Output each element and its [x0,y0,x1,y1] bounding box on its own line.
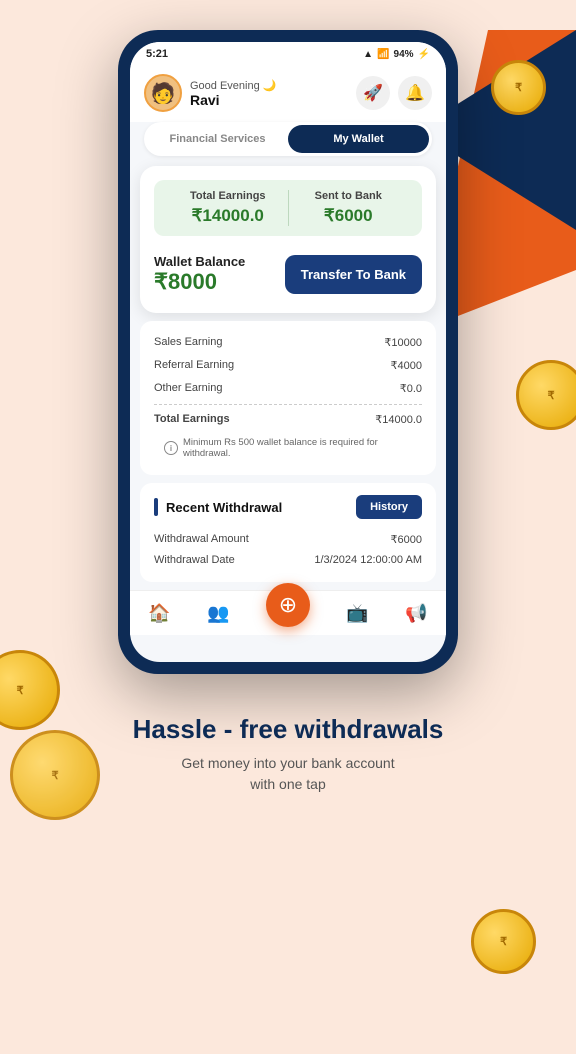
withdrawal-amount-value: ₹6000 [391,533,422,546]
notification-button[interactable]: 🔔 [398,76,432,110]
info-note-text: Minimum Rs 500 wallet balance is require… [183,437,412,459]
rocket-button[interactable]: 🚀 [356,76,390,110]
info-note: i Minimum Rs 500 wallet balance is requi… [154,431,422,465]
coin-decoration-top-right [491,60,546,115]
earnings-breakdown: Sales Earning ₹10000 Referral Earning ₹4… [140,321,436,475]
user-name: Ravi [190,92,276,108]
nav-offers[interactable]: 📢 [405,603,427,624]
nav-referral[interactable]: 👥 [207,603,229,624]
battery-level: 94% [394,49,414,60]
other-earning-value: ₹0.0 [400,382,422,395]
wallet-balance-value: ₹8000 [154,269,245,295]
coin-decoration-top-right-2 [516,360,576,430]
wallet-balance-row: Wallet Balance ₹8000 Transfer To Bank [154,250,422,299]
bell-icon: 🔔 [405,83,425,103]
status-time: 5:21 [146,48,168,60]
signal-icon: 📶 [377,49,389,60]
coin-decoration-bottom-right [471,909,536,974]
rocket-icon: 🚀 [363,83,383,103]
withdrawal-title-text: Recent Withdrawal [166,500,282,515]
user-info: 🧑 Good Evening 🌙 Ravi [144,74,276,112]
transfer-to-bank-button[interactable]: Transfer To Bank [285,255,422,294]
wallet-balance-label: Wallet Balance [154,254,245,269]
withdrawal-header: Recent Withdrawal History [154,495,422,519]
bottom-subtext: Get money into your bank accountwith one… [40,753,536,795]
tab-bar: Financial Services My Wallet [144,122,432,156]
referral-earning-label: Referral Earning [154,359,234,372]
avatar: 🧑 [144,74,182,112]
user-details: Good Evening 🌙 Ravi [190,79,276,108]
other-earning-label: Other Earning [154,382,222,395]
sent-to-bank-col: Sent to Bank ₹6000 [289,190,409,226]
withdrawal-date-label: Withdrawal Date [154,554,235,566]
total-label: Total Earnings [154,413,230,426]
phone-screen: 5:21 ▲ 📶 94% ⚡ 🧑 Good Evening 🌙 Ravi [130,42,446,662]
other-earning-row: Other Earning ₹0.0 [154,377,422,400]
total-earnings-label: Total Earnings [168,190,288,202]
wifi-icon: ▲ [363,49,373,60]
tab-financial-services[interactable]: Financial Services [147,125,288,153]
sales-earning-label: Sales Earning [154,336,223,349]
greeting-text: Good Evening 🌙 [190,79,276,92]
history-button[interactable]: History [356,495,422,519]
referral-earning-row: Referral Earning ₹4000 [154,354,422,377]
total-earnings-row: Total Earnings ₹14000.0 [154,404,422,431]
bottom-section: Hassle - free withdrawals Get money into… [0,694,576,825]
status-bar: 5:21 ▲ 📶 94% ⚡ [130,42,446,66]
home-icon: 🏠 [148,603,170,624]
withdrawal-date-value: 1/3/2024 12:00:00 AM [314,554,422,566]
wallet-card: Total Earnings ₹14000.0 Sent to Bank ₹60… [140,166,436,313]
nav-home[interactable]: 🏠 [148,603,170,624]
sent-to-bank-label: Sent to Bank [289,190,409,202]
bottom-headline: Hassle - free withdrawals [40,714,536,745]
sales-earning-row: Sales Earning ₹10000 [154,331,422,354]
total-value: ₹14000.0 [375,413,422,426]
total-earnings-value: ₹14000.0 [168,206,288,226]
sent-to-bank-value: ₹6000 [289,206,409,226]
nav-media[interactable]: 📺 [346,603,368,624]
bottom-nav: 🏠 👥 ⊕ 📺 📢 [130,590,446,635]
nav-center-button[interactable]: ⊕ [266,583,310,627]
withdrawal-amount-row: Withdrawal Amount ₹6000 [154,529,422,550]
tab-my-wallet[interactable]: My Wallet [288,125,429,153]
info-icon: i [164,441,178,455]
blue-bar-icon [154,498,158,516]
sales-earning-value: ₹10000 [384,336,422,349]
wallet-balance-info: Wallet Balance ₹8000 [154,254,245,295]
total-earnings-col: Total Earnings ₹14000.0 [168,190,289,226]
phone-body: 5:21 ▲ 📶 94% ⚡ 🧑 Good Evening 🌙 Ravi [118,30,458,674]
recent-withdrawal-section: Recent Withdrawal History Withdrawal Amo… [140,483,436,582]
status-icons: ▲ 📶 94% ⚡ [363,49,430,60]
lightning-icon: ⚡ [418,49,430,60]
referral-icon: 👥 [207,603,229,624]
withdrawal-date-row: Withdrawal Date 1/3/2024 12:00:00 AM [154,550,422,570]
withdrawal-title: Recent Withdrawal [154,498,282,516]
referral-earning-value: ₹4000 [391,359,422,372]
app-header: 🧑 Good Evening 🌙 Ravi 🚀 🔔 [130,66,446,122]
header-icons: 🚀 🔔 [356,76,432,110]
offers-icon: 📢 [405,603,427,624]
center-icon: ⊕ [279,592,297,618]
phone-mockup: 5:21 ▲ 📶 94% ⚡ 🧑 Good Evening 🌙 Ravi [118,30,458,674]
earnings-summary-row: Total Earnings ₹14000.0 Sent to Bank ₹60… [154,180,422,236]
withdrawal-amount-label: Withdrawal Amount [154,533,249,546]
media-icon: 📺 [346,603,368,624]
